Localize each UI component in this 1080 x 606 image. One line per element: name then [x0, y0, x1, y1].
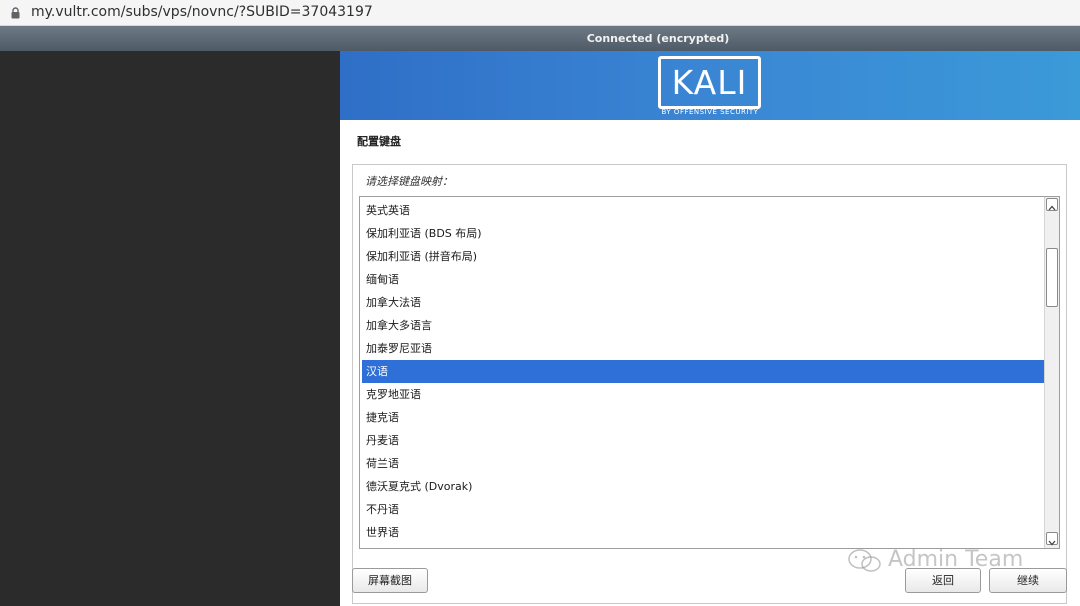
list-item-selected[interactable]: 汉语 — [362, 360, 1044, 383]
list-item[interactable]: 加泰罗尼亚语 — [362, 337, 1044, 360]
list-item[interactable]: 缅甸语 — [362, 268, 1044, 291]
list-item[interactable]: 加拿大法语 — [362, 291, 1044, 314]
chevron-up-icon — [1048, 205, 1056, 211]
kali-logo-text: KALI — [671, 63, 748, 102]
kali-banner: KALI BY OFFENSIVE SECURITY — [340, 51, 1080, 120]
installer-screen: KALI BY OFFENSIVE SECURITY 配置键盘 请选择键盘映射：… — [340, 51, 1080, 606]
list-item[interactable]: 丹麦语 — [362, 429, 1044, 452]
keymap-prompt: 请选择键盘映射： — [365, 175, 453, 188]
list-item[interactable]: 捷克语 — [362, 406, 1044, 429]
list-item[interactable]: 英式英语 — [362, 199, 1044, 222]
list-item[interactable]: 世界语 — [362, 521, 1044, 544]
kali-logo: KALI — [658, 56, 761, 109]
watermark-text: Admin Team — [888, 547, 1024, 572]
scroll-down-button[interactable] — [1046, 532, 1058, 546]
browser-address-bar[interactable]: my.vultr.com/subs/vps/novnc/?SUBID=37043… — [0, 0, 1080, 26]
list-item[interactable]: 克罗地亚语 — [362, 383, 1044, 406]
vnc-status-bar: Connected (encrypted) — [0, 26, 1080, 51]
kali-logo-subtitle: BY OFFENSIVE SECURITY — [661, 108, 759, 116]
list-item[interactable]: 保加利亚语 (BDS 布局) — [362, 222, 1044, 245]
scrollbar-thumb[interactable] — [1046, 248, 1058, 307]
section-title: 配置键盘 — [357, 135, 401, 148]
keymap-list[interactable]: 英式英语 保加利亚语 (BDS 布局) 保加利亚语 (拼音布局) 缅甸语 加拿大… — [359, 196, 1060, 549]
list-scrollbar[interactable] — [1044, 197, 1059, 548]
url-text[interactable]: my.vultr.com/subs/vps/novnc/?SUBID=37043… — [31, 4, 373, 20]
list-item[interactable]: 保加利亚语 (拼音布局) — [362, 245, 1044, 268]
chevron-down-icon — [1048, 540, 1056, 546]
list-item[interactable]: 加拿大多语言 — [362, 314, 1044, 337]
keymap-frame: 请选择键盘映射： 英式英语 保加利亚语 (BDS 布局) 保加利亚语 (拼音布局… — [352, 164, 1067, 604]
lock-icon — [11, 7, 20, 19]
screenshot-button[interactable]: 屏幕截图 — [352, 568, 428, 593]
vnc-status-text: Connected (encrypted) — [586, 32, 730, 45]
vnc-background — [0, 51, 340, 606]
wechat-icon — [848, 549, 881, 572]
scroll-up-button[interactable] — [1046, 198, 1058, 211]
list-item[interactable]: 不丹语 — [362, 498, 1044, 521]
list-item[interactable]: 荷兰语 — [362, 452, 1044, 475]
list-item[interactable]: 德沃夏克式 (Dvorak) — [362, 475, 1044, 498]
